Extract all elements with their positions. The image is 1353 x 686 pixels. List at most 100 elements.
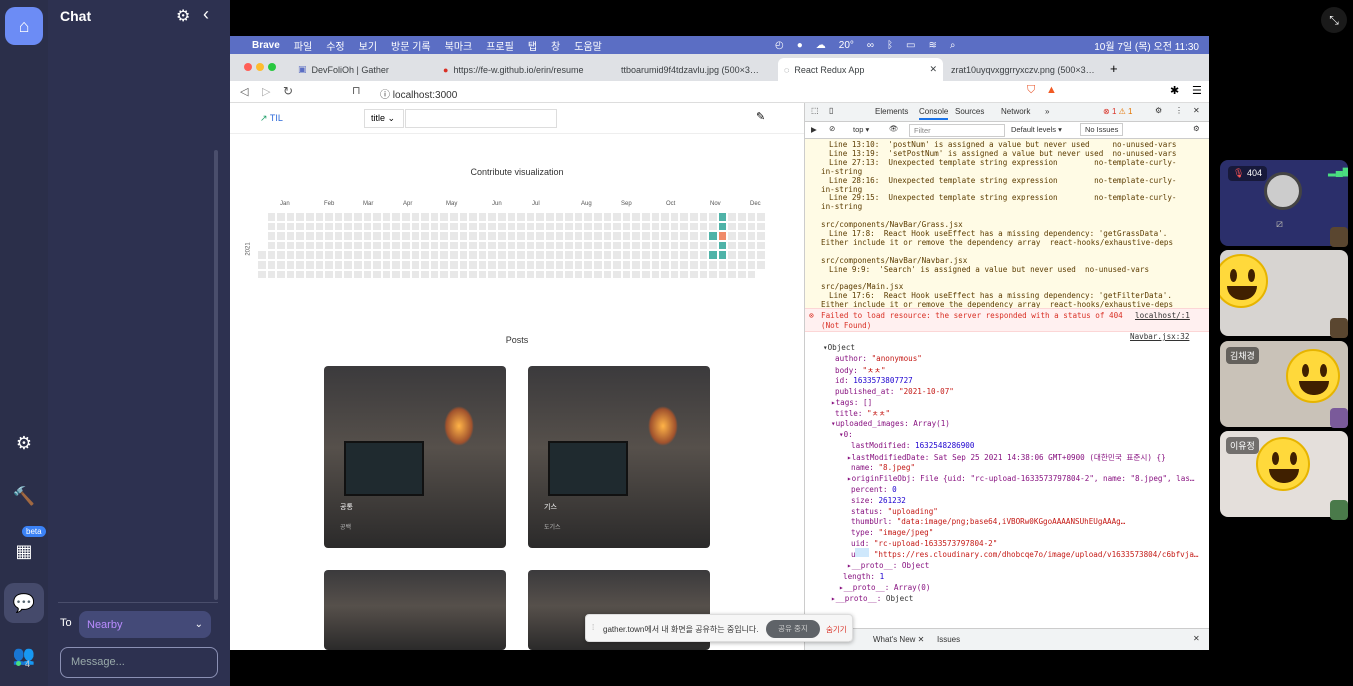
object-line[interactable]: lastModified: 1632548286900 [851,441,974,450]
contribution-cell[interactable] [402,251,410,259]
contribution-cell[interactable] [565,261,573,269]
contribution-cell[interactable] [507,222,516,231]
contribution-cell[interactable] [594,222,602,231]
contribution-cell[interactable] [622,241,631,250]
contribution-cell[interactable] [334,251,343,259]
contribution-cell[interactable] [277,270,285,279]
contribution-cell[interactable] [709,261,717,269]
contribution-cell[interactable] [536,251,544,259]
contribution-cell[interactable] [478,251,487,259]
contribution-cell[interactable] [382,222,391,231]
contribution-cell[interactable] [440,213,448,221]
contribution-cell[interactable] [315,261,324,269]
chat-button[interactable]: 💬 [4,583,44,623]
contribution-cell[interactable] [267,232,276,240]
contribution-cell[interactable] [296,261,304,269]
contribution-cell[interactable] [450,232,458,240]
object-line[interactable]: ▸lastModifiedDate: Sat Sep 25 2021 14:38… [847,452,1166,463]
contribution-cell[interactable] [574,241,583,250]
contribution-cell[interactable] [622,261,631,269]
contribution-cell[interactable] [526,222,535,231]
contribution-cell[interactable] [565,241,573,250]
contribution-cell[interactable] [258,261,266,269]
contribution-cell[interactable] [546,232,554,240]
contribution-cell[interactable] [709,251,717,259]
contribution-cell[interactable] [517,261,525,269]
contribution-cell[interactable] [267,213,276,221]
video-tile[interactable]: 김채경 [1220,341,1348,427]
contribution-cell[interactable] [411,213,420,221]
contribution-cell[interactable] [651,222,660,231]
contribution-cell[interactable] [507,232,516,240]
contribution-cell[interactable] [574,270,583,279]
contribution-cell[interactable] [267,261,276,269]
contribution-cell[interactable] [594,232,602,240]
contribution-cell[interactable] [738,261,746,269]
contribution-cell[interactable] [325,270,333,279]
contribution-cell[interactable] [411,232,420,240]
stop-share-button[interactable]: 공유 중지 [766,620,820,638]
contribution-cell[interactable] [651,213,660,221]
contribution-cell[interactable] [498,241,506,250]
avatar[interactable] [1330,227,1348,247]
contribution-cell[interactable] [373,213,381,221]
console-settings-icon[interactable]: ⚙ [1193,124,1200,133]
object-line[interactable]: author: "anonymous" [835,354,922,363]
contribution-cell[interactable] [373,270,381,279]
contribution-cell[interactable] [574,251,583,259]
contribution-cell[interactable] [718,251,727,259]
context-select[interactable]: top ▾ [853,125,869,134]
contribution-cell[interactable] [373,251,381,259]
contribution-cell[interactable] [642,241,650,250]
contribution-cell[interactable] [392,270,400,279]
object-line[interactable]: ▸tags: [] [831,398,872,407]
error-source-link[interactable]: localhost/:1 [1135,311,1190,320]
contribution-cell[interactable] [728,270,736,279]
contribution-cell[interactable] [440,270,448,279]
contribution-cell[interactable] [728,222,736,231]
contribution-cell[interactable] [670,222,679,231]
contribution-cell[interactable] [277,232,285,240]
chat-scrollbar[interactable] [214,150,218,600]
contribution-cell[interactable] [709,270,717,279]
devtools-tab[interactable]: Network [1001,107,1030,116]
contribution-cell[interactable] [402,222,410,231]
contribution-cell[interactable] [574,261,583,269]
reload-icon[interactable]: ↻ [283,84,293,98]
contribution-cell[interactable] [670,232,679,240]
contribution-cell[interactable] [613,213,621,221]
contribution-cell[interactable] [555,261,564,269]
video-tile[interactable] [1220,250,1348,336]
contribution-cell[interactable] [517,251,525,259]
contribution-cell[interactable] [334,232,343,240]
contribution-cell[interactable] [430,213,439,221]
contribution-cell[interactable] [363,261,372,269]
contribution-cell[interactable] [411,251,420,259]
contribution-cell[interactable] [459,270,468,279]
contribution-cell[interactable] [699,241,708,250]
contribution-cell[interactable] [373,222,381,231]
contribution-cell[interactable] [718,222,727,231]
avatar[interactable] [1330,500,1348,520]
object-line[interactable]: length: 1 [843,572,884,581]
contribution-cell[interactable] [267,251,276,259]
close-drawer-icon[interactable]: ✕ [1193,634,1200,643]
contribution-cell[interactable] [603,241,612,250]
contribution-cell[interactable] [354,270,362,279]
contribution-cell[interactable] [258,270,266,279]
contribution-cell[interactable] [565,213,573,221]
contribution-cell[interactable] [670,270,679,279]
contribution-cell[interactable] [296,232,304,240]
contribution-cell[interactable] [738,241,746,250]
contribution-cell[interactable] [526,241,535,250]
contribution-cell[interactable] [517,222,525,231]
contribution-cell[interactable] [507,251,516,259]
contribution-cell[interactable] [690,251,698,259]
contribution-cell[interactable] [488,232,496,240]
contribution-cell[interactable] [661,270,669,279]
contribution-cell[interactable] [555,251,564,259]
contribution-cell[interactable] [642,222,650,231]
contribution-cell[interactable] [450,241,458,250]
contribution-cell[interactable] [363,270,372,279]
rewards-icon[interactable]: ▲ [1046,84,1057,96]
